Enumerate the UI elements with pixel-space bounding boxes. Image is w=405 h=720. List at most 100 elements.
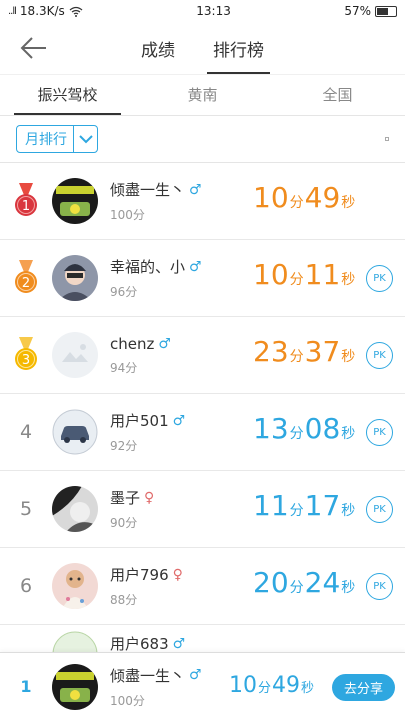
- time-sec-unit: 秒: [301, 681, 315, 696]
- wifi-icon: [69, 6, 83, 17]
- user-score: 90分: [110, 516, 138, 530]
- period-select-label: 月排行: [25, 132, 67, 148]
- rank-number: 5: [19, 498, 33, 520]
- rank-number: 3: [22, 353, 30, 368]
- rank-number: 6: [19, 575, 33, 597]
- my-time-display: 10 分 49 秒: [229, 673, 315, 698]
- user-name: chenz: [110, 334, 155, 353]
- pk-button[interactable]: PK: [366, 265, 393, 292]
- time-minutes: 20: [253, 566, 289, 599]
- tab-results[interactable]: 成绩: [139, 22, 177, 74]
- time-minutes: 10: [229, 673, 257, 698]
- time-minutes: 23: [253, 335, 289, 368]
- time-display: 13 分 08 秒: [253, 412, 356, 445]
- my-user-name: 倾盡一生丶: [110, 666, 186, 685]
- time-display: 11 分 17 秒: [253, 489, 356, 522]
- avatar[interactable]: [52, 178, 98, 224]
- bronze-medal-icon: 3: [15, 337, 37, 370]
- rank-number: 1: [22, 199, 30, 214]
- male-icon: ♂: [189, 258, 202, 275]
- time-seconds: 08: [304, 412, 341, 445]
- avatar[interactable]: [52, 409, 98, 455]
- rank-number: 4: [19, 421, 33, 443]
- time-sec-unit: 秒: [341, 195, 356, 211]
- time-minutes: 10: [253, 181, 289, 214]
- battery-percent: 57%: [344, 4, 371, 18]
- tab-school[interactable]: 振兴驾校: [0, 75, 135, 115]
- gold-medal-icon: 1: [15, 183, 37, 216]
- time-min-unit: 分: [258, 681, 272, 696]
- time-sec-unit: 秒: [341, 426, 356, 442]
- rank-cell: 2: [0, 260, 52, 296]
- time-minutes: 13: [253, 412, 289, 445]
- time-min-unit: 分: [289, 580, 304, 596]
- indicator-dot: [385, 137, 389, 141]
- time-display: 10 分 49 秒: [253, 181, 356, 214]
- scope-tabs: 振兴驾校 黄南 全国: [0, 74, 405, 116]
- user-name: 用户501: [110, 412, 169, 430]
- rank-cell: 1: [0, 183, 52, 219]
- user-name: 用户683: [110, 635, 169, 653]
- male-icon: ♂: [189, 181, 202, 198]
- leaderboard-row[interactable]: 5 墨子 ♀ 90分 11 分 17 秒 PK: [0, 471, 405, 548]
- pk-button[interactable]: PK: [366, 496, 393, 523]
- tab-leaderboard[interactable]: 排行榜: [207, 22, 270, 74]
- my-rank-number: 1: [20, 677, 32, 696]
- female-icon: ♀: [144, 489, 155, 506]
- chevron-down-icon: [73, 126, 97, 152]
- user-score: 92分: [110, 439, 138, 453]
- user-score: 100分: [110, 208, 145, 222]
- male-icon: ♂: [172, 412, 186, 429]
- user-name: 倾盡一生丶: [110, 181, 186, 199]
- rank-cell: 4: [0, 421, 52, 443]
- my-score: 100分: [110, 693, 145, 708]
- battery-icon: [374, 5, 397, 17]
- network-speed: 18.3K/s: [19, 4, 65, 18]
- time-min-unit: 分: [289, 349, 304, 365]
- time-display: 20 分 24 秒: [253, 566, 356, 599]
- time-min-unit: 分: [289, 503, 304, 519]
- time-sec-unit: 秒: [341, 580, 356, 596]
- rank-number: 2: [22, 276, 30, 291]
- status-bar: ..ll 18.3K/s 13:13 57%: [0, 0, 405, 22]
- male-icon: ♂: [172, 635, 186, 652]
- leaderboard-row[interactable]: 2 幸福的、小 ♂ 96分 10 分 11 秒 PK: [0, 240, 405, 317]
- time-min-unit: 分: [289, 426, 304, 442]
- time-seconds: 49: [272, 673, 301, 698]
- leaderboard-row[interactable]: 4 用户501 ♂ 92分 13 分 08 秒 PK: [0, 394, 405, 471]
- time-sec-unit: 秒: [341, 272, 356, 288]
- share-button[interactable]: 去分享: [332, 674, 395, 701]
- rank-cell: 3: [0, 337, 52, 373]
- silver-medal-icon: 2: [15, 260, 37, 293]
- rank-cell: 5: [0, 498, 52, 520]
- time-sec-unit: 秒: [341, 349, 356, 365]
- user-name: 墨子: [110, 489, 141, 507]
- top-nav: 成绩 排行榜: [0, 22, 405, 74]
- pk-button[interactable]: PK: [366, 342, 393, 369]
- tab-national[interactable]: 全国: [270, 75, 405, 115]
- leaderboard-list: 1 倾盡一生丶 ♂ 100分 10 分 49 秒 2 幸福的、小 ♂ 96分 1…: [0, 162, 405, 665]
- tab-city[interactable]: 黄南: [135, 75, 270, 115]
- pk-button[interactable]: PK: [366, 573, 393, 600]
- leaderboard-row[interactable]: 6 用户796 ♀ 88分 20 分 24 秒 PK: [0, 548, 405, 625]
- avatar[interactable]: [52, 486, 98, 532]
- leaderboard-row[interactable]: 1 倾盡一生丶 ♂ 100分 10 分 49 秒: [0, 163, 405, 240]
- time-minutes: 11: [253, 489, 289, 522]
- male-icon: ♂: [189, 667, 202, 683]
- avatar[interactable]: [52, 563, 98, 609]
- user-score: 94分: [110, 360, 138, 375]
- filter-bar: 月排行: [0, 116, 405, 162]
- pk-button[interactable]: PK: [366, 419, 393, 446]
- avatar[interactable]: [52, 255, 98, 301]
- avatar[interactable]: [52, 332, 98, 378]
- time-min-unit: 分: [289, 272, 304, 288]
- my-avatar[interactable]: [52, 663, 98, 710]
- male-icon: ♂: [158, 335, 171, 352]
- leaderboard-row[interactable]: 3 chenz ♂ 94分 23 分 37 秒 PK: [0, 317, 405, 394]
- period-select[interactable]: 月排行: [16, 125, 98, 153]
- rank-cell: 1: [0, 677, 52, 696]
- time-seconds: 11: [304, 258, 341, 291]
- user-name: 用户796: [110, 566, 169, 584]
- time-seconds: 37: [304, 335, 341, 368]
- rank-cell: 6: [0, 575, 52, 597]
